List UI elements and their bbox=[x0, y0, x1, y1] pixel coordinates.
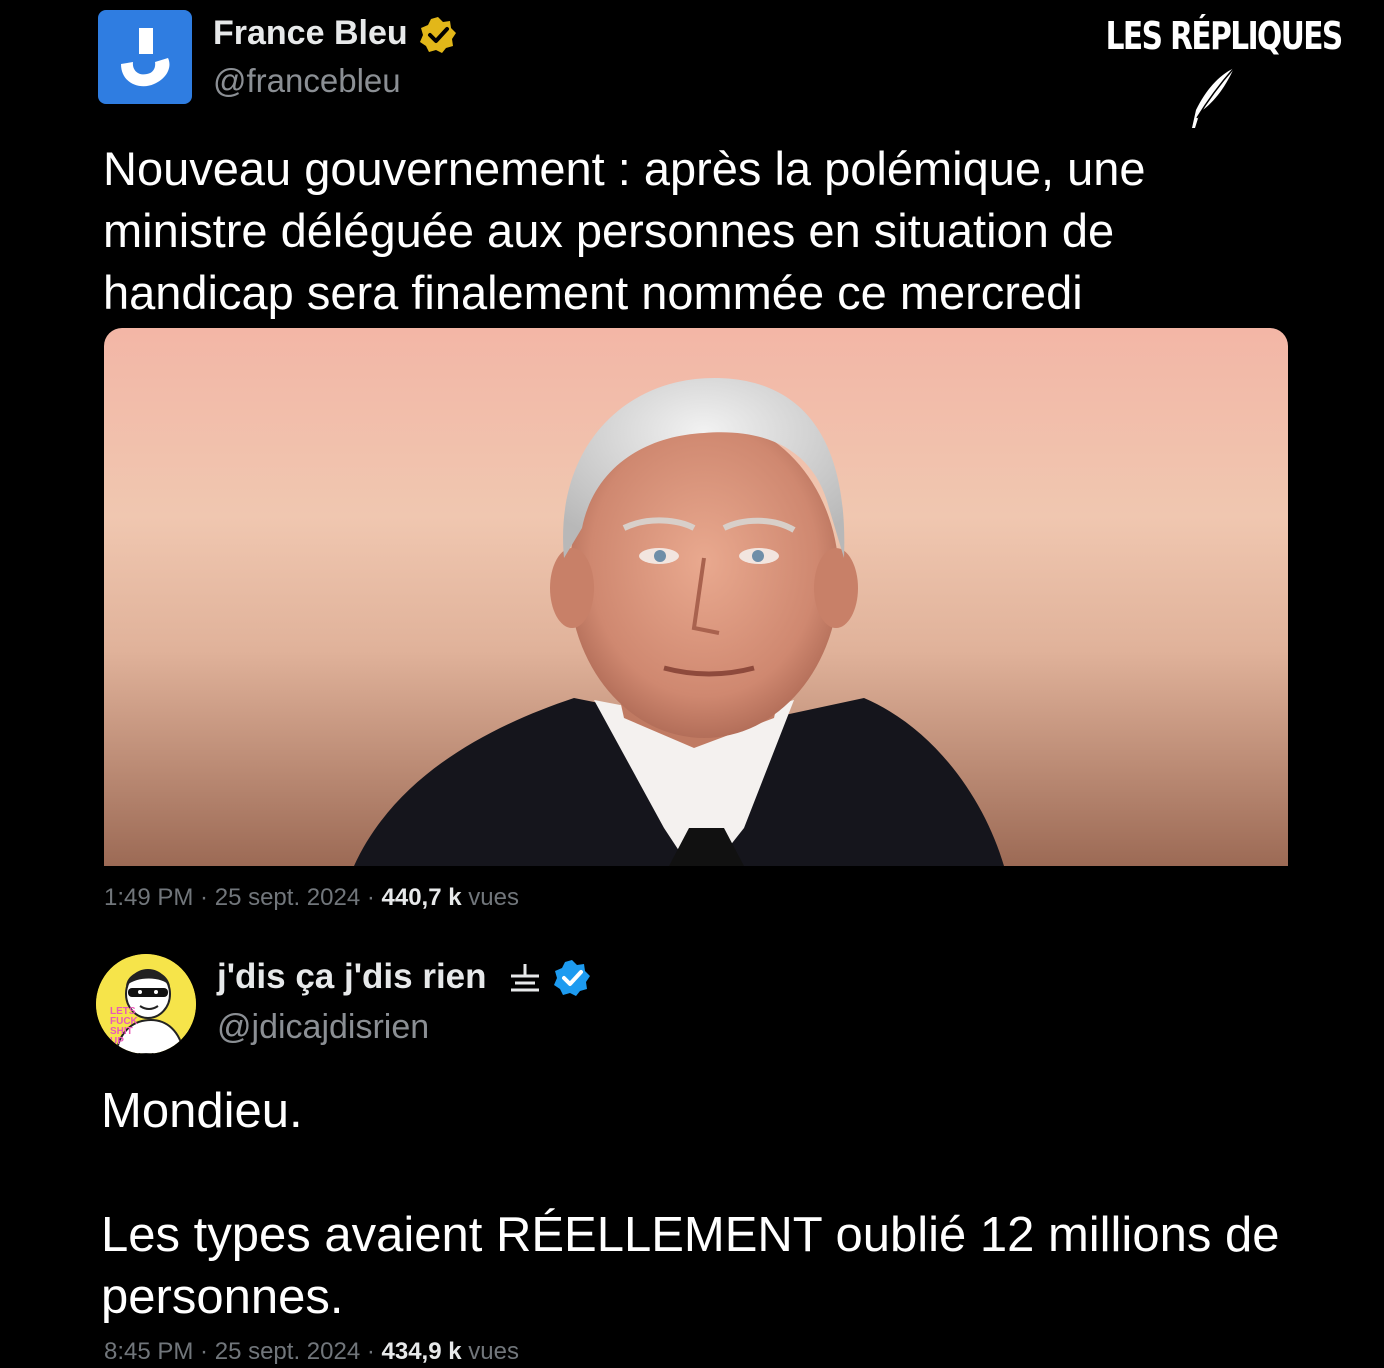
tweet-time[interactable]: 8:45 PM bbox=[104, 1338, 193, 1365]
meta-separator: · bbox=[193, 1338, 215, 1365]
gold-checkmark-icon bbox=[420, 17, 456, 53]
tweet-meta: 1:49 PM · 25 sept. 2024 · 440,7 k vues bbox=[104, 884, 519, 912]
tweet-meta: 8:45 PM · 25 sept. 2024 · 434,9 k vues bbox=[104, 1338, 519, 1366]
author-handle[interactable]: @francebleu bbox=[213, 62, 401, 100]
watermark-text: LES RÉPLIQUES bbox=[1105, 14, 1344, 58]
view-count: 440,7 k bbox=[381, 884, 462, 911]
author-name[interactable]: France Bleu bbox=[213, 14, 408, 53]
les-repliques-watermark: LES RÉPLIQUES bbox=[1080, 10, 1350, 128]
tweet-text: Nouveau gouvernement : après la polémiqu… bbox=[103, 142, 1146, 319]
views-label: vues bbox=[468, 1338, 519, 1365]
tweet-text-line2: Les types avaient RÉELLEMENT oublié 12 m… bbox=[101, 1208, 1280, 1324]
avatar-caption: UP bbox=[110, 1036, 124, 1047]
author-name[interactable]: j'dis ça j'dis rien bbox=[217, 957, 487, 997]
portrait-photo bbox=[104, 328, 1288, 866]
views-label: vues bbox=[468, 884, 519, 911]
quill-icon bbox=[1192, 67, 1235, 128]
tweet-text: Mondieu. Les types avaient RÉELLEMENT ou… bbox=[101, 1080, 1361, 1328]
cartoon-avatar-icon: LETS FUCK SHIT UP bbox=[96, 954, 196, 1054]
tweet-media-photo[interactable] bbox=[104, 328, 1288, 866]
meta-separator: · bbox=[360, 1338, 382, 1365]
tweet-text-line1: Mondieu. bbox=[101, 1084, 303, 1138]
ground-symbol-icon bbox=[511, 964, 539, 992]
avatar-jdicajdisrien[interactable]: LETS FUCK SHIT UP bbox=[96, 954, 196, 1054]
view-count: 434,9 k bbox=[381, 1338, 462, 1365]
blue-checkmark-icon bbox=[554, 960, 590, 996]
avatar-france-bleu[interactable] bbox=[98, 10, 192, 104]
meta-separator: · bbox=[360, 884, 382, 911]
tweet-date[interactable]: 25 sept. 2024 bbox=[215, 884, 360, 911]
author-handle[interactable]: @jdicajdisrien bbox=[217, 1008, 429, 1047]
france-bleu-logo-icon bbox=[121, 28, 170, 87]
meta-separator: · bbox=[193, 884, 215, 911]
tweet-time[interactable]: 1:49 PM bbox=[104, 884, 193, 911]
tweet-date[interactable]: 25 sept. 2024 bbox=[215, 1338, 360, 1365]
